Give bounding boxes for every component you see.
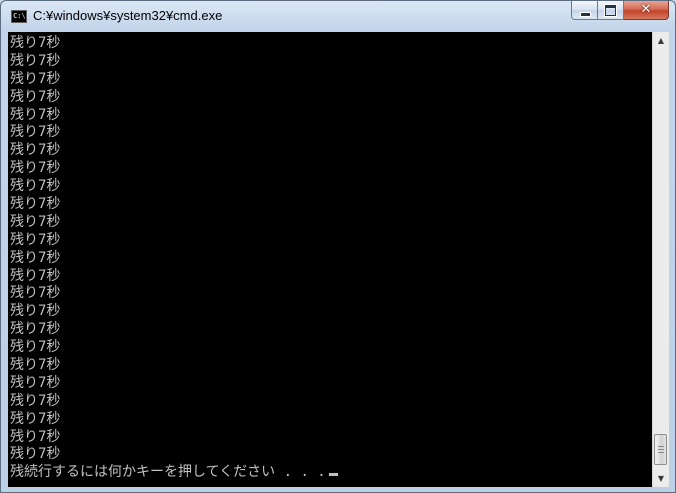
console-lines: 残り7秒 残り7秒 残り7秒 残り7秒 残り7秒 残り7秒 残り7秒 残り7秒 残り7秒 残り7秒… <box>8 32 652 463</box>
thumb-grip-line <box>658 446 664 447</box>
caption-buttons: ✕ <box>571 1 669 21</box>
console-output-line: 残り7秒 <box>10 392 61 409</box>
close-icon: ✕ <box>640 2 652 17</box>
console-output-line: 残り7秒 <box>10 106 61 123</box>
vertical-scrollbar[interactable]: ▲ ▼ <box>652 32 669 487</box>
console-window: C:\ C:¥windows¥system32¥cmd.exe ✕ 残り7秒 残り… <box>0 0 676 493</box>
console-output-line: 残り7秒 <box>10 213 61 230</box>
console-output-line: 残り7秒 <box>10 303 61 320</box>
console-output-line: 残り7秒 <box>10 35 61 51</box>
text-cursor <box>328 473 338 477</box>
console-output-line: 残り7秒 <box>10 142 61 159</box>
window-title: C:¥windows¥system32¥cmd.exe <box>33 8 223 23</box>
thumb-grip-line <box>658 449 664 450</box>
console-output-line: 残り7秒 <box>10 339 61 356</box>
console-output-line: 残り7秒 <box>10 88 61 105</box>
console-output-line: 残り7秒 <box>10 321 61 338</box>
console-output[interactable]: 残り7秒 残り7秒 残り7秒 残り7秒 残り7秒 残り7秒 残り7秒 残り7秒 残り7秒 残り7秒… <box>8 32 652 487</box>
console-output-line: 残り7秒 <box>10 267 61 284</box>
scroll-thumb[interactable] <box>654 434 667 465</box>
console-output-line: 残り7秒 <box>10 249 61 266</box>
console-app-icon[interactable]: C:\ <box>11 10 27 23</box>
console-output-line: 残り7秒 <box>10 410 61 427</box>
console-output-line: 残り7秒 <box>10 374 61 391</box>
console-output-line: 残り7秒 <box>10 357 61 374</box>
console-output-line: 残り7秒 <box>10 231 61 248</box>
console-output-line: 残り7秒 <box>10 124 61 141</box>
console-output-line: 残り7秒 <box>10 52 61 69</box>
console-output-line: 残り7秒 <box>10 70 61 87</box>
console-output-line: 残り7秒 <box>10 178 61 195</box>
minimize-button[interactable] <box>571 1 598 20</box>
console-output-line: 残り7秒 <box>10 160 61 177</box>
console-output-line: 残り7秒 <box>10 428 61 445</box>
minimize-icon <box>580 12 591 17</box>
title-bar[interactable]: C:\ C:¥windows¥system32¥cmd.exe ✕ <box>1 1 675 31</box>
console-output-line: 残り7秒 <box>10 446 61 463</box>
scroll-down-arrow-icon[interactable]: ▼ <box>653 470 669 487</box>
thumb-grip-line <box>658 452 664 453</box>
maximize-button[interactable] <box>598 1 624 20</box>
console-output-line: 残り7秒 <box>10 196 61 213</box>
maximize-icon <box>605 5 616 16</box>
console-prompt-line: 残続行するには何かキーを押してください . . . <box>8 461 652 481</box>
console-output-line: 残り7秒 <box>10 285 61 302</box>
pause-prompt-text: 残続行するには何かキーを押してください . . . <box>10 464 326 481</box>
scroll-up-arrow-icon[interactable]: ▲ <box>653 32 669 49</box>
close-button[interactable]: ✕ <box>624 1 669 20</box>
